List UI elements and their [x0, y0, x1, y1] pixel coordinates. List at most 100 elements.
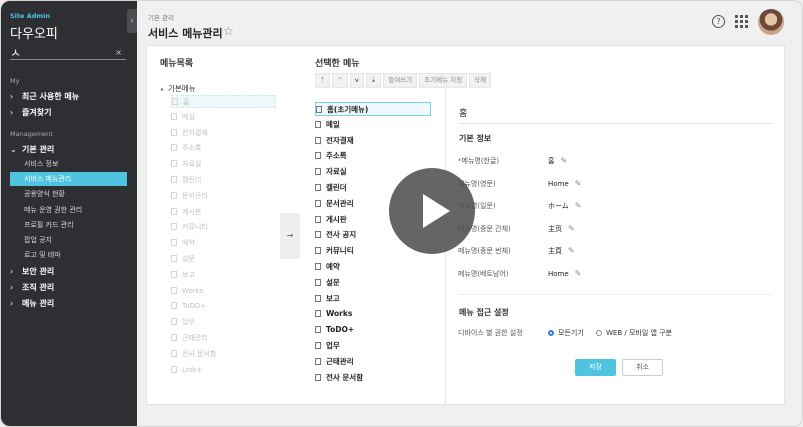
collapse-sidebar-icon[interactable]: ‹ [127, 9, 137, 33]
tree-item[interactable]: 보고 [171, 269, 276, 282]
radio-selected-icon [548, 330, 554, 336]
tree-item[interactable]: ToDO+ [171, 300, 276, 313]
site-admin-label: Site Admin [10, 12, 50, 20]
selected-menu-label: 설문 [326, 277, 340, 287]
document-icon [315, 310, 321, 318]
tree-item[interactable]: 커뮤니티 [171, 221, 276, 234]
selected-menu-label: 전자결재 [326, 135, 354, 145]
sidebar-subitem-active[interactable]: 서비스 메뉴관리 [10, 172, 127, 186]
sidebar-item-label: 최근 사용한 메뉴 [22, 92, 80, 101]
sidebar-item-security[interactable]: › 보안 관리 [10, 266, 54, 277]
chevron-right-icon: › [10, 108, 14, 117]
edit-pencil-icon[interactable]: ✎ [575, 179, 582, 188]
delete-button[interactable]: 삭제 [469, 73, 492, 88]
selected-menu-item[interactable]: 설문 [315, 276, 431, 290]
edit-pencil-icon[interactable]: ✎ [568, 246, 575, 255]
document-icon [315, 231, 321, 239]
sidebar-subitem[interactable]: 팝업 공지 [10, 233, 127, 247]
edit-pencil-icon[interactable]: ✎ [568, 224, 575, 233]
sidebar-item-recent[interactable]: › 최근 사용한 메뉴 [10, 91, 79, 102]
selected-menu-item[interactable]: ToDO+ [315, 323, 431, 337]
document-icon [171, 302, 177, 310]
selected-menu-item[interactable]: 주소록 [315, 149, 431, 163]
search-input-value[interactable]: ㅅ [10, 44, 21, 61]
tree-item[interactable]: 근태관리 [171, 332, 276, 345]
selected-menu-label: 게시판 [326, 214, 347, 224]
edit-pencil-icon[interactable]: ✎ [575, 269, 582, 278]
tree-item[interactable]: 주소록 [171, 142, 276, 155]
tree-item[interactable]: 문서관리 [171, 190, 276, 203]
sidebar-item-favorites[interactable]: › 즐겨찾기 [10, 107, 51, 118]
apps-grid-icon[interactable] [735, 15, 748, 28]
field-value-text: 主页 [548, 224, 562, 233]
avatar[interactable] [758, 9, 784, 35]
document-icon [171, 365, 177, 373]
tree-item[interactable]: 예약 [171, 237, 276, 250]
radio-web-mobile[interactable]: WEB / 모바일 앱 구분 [596, 328, 672, 338]
tree-item-label: Link+ [182, 365, 203, 374]
selected-menu-item[interactable]: 보고 [315, 292, 431, 306]
selected-menu-item[interactable]: 메일 [315, 118, 431, 132]
radio-all-devices[interactable]: 모든기기 [548, 328, 584, 338]
favorite-star-icon[interactable]: ☆ [223, 24, 234, 38]
help-icon[interactable]: ? [712, 15, 725, 28]
tree-item[interactable]: 설문 [171, 253, 276, 266]
field-label: 메뉴명(중문 번체) [458, 246, 511, 256]
indent-button[interactable]: 들여쓰기 [383, 73, 418, 88]
tree-item[interactable]: 메일 [171, 111, 276, 124]
tree-item[interactable]: Link+ [171, 364, 276, 377]
selected-menu-item[interactable]: 전사 문서함 [315, 371, 431, 385]
play-button[interactable] [389, 168, 475, 254]
document-icon [171, 112, 177, 120]
selected-menu-label: 예약 [326, 262, 340, 271]
cancel-button[interactable]: 취소 [622, 359, 663, 376]
sidebar-item-basic-mgmt[interactable]: ⌄ 기본 관리 [10, 144, 54, 155]
edit-pencil-icon[interactable]: ✎ [575, 201, 582, 210]
set-initial-menu-button[interactable]: 초기메뉴 지정 [419, 73, 468, 88]
selected-menu-item[interactable]: 업무 [315, 339, 431, 353]
selected-menu-item[interactable]: 근태관리 [315, 355, 431, 369]
selected-menu-item[interactable]: 홈(초기메뉴) [315, 102, 431, 116]
document-icon [171, 160, 177, 168]
tree-item[interactable]: 게시판 [171, 206, 276, 219]
tree-item[interactable]: 전자결재 [171, 127, 276, 140]
field-label-text: 메뉴명(베트남어) [458, 270, 509, 278]
breadcrumb[interactable]: 기본 관리 [148, 12, 174, 22]
tree-item[interactable]: 캘린더 [171, 174, 276, 187]
field-label: 메뉴명(베트남어) [458, 269, 509, 279]
page-title: 서비스 메뉴관리 [148, 27, 223, 40]
clear-icon[interactable]: × [115, 48, 122, 57]
move-up-button[interactable]: ^ [332, 73, 348, 88]
selected-menu-item[interactable]: 전자결재 [315, 134, 431, 148]
document-icon [315, 152, 321, 160]
selected-menu-label: ToDO+ [326, 325, 355, 335]
tree-item[interactable]: 홈 [171, 95, 276, 108]
sidebar-subitem[interactable]: 서비스 정보 [10, 157, 127, 171]
selected-menu-label: 커뮤니티 [326, 246, 354, 256]
sidebar-item-menu[interactable]: › 메뉴 관리 [10, 298, 54, 309]
move-bottom-button[interactable]: ⇣ [365, 73, 382, 88]
sidebar-subitem[interactable]: 프로필 카드 관리 [10, 218, 127, 232]
selected-menu-item[interactable]: Works [315, 307, 431, 321]
save-button[interactable]: 저장 [575, 359, 616, 376]
document-icon [171, 255, 177, 262]
tree-root[interactable]: ▸ 기본메뉴 [161, 83, 196, 94]
tree-item-label: 전사 문서함 [182, 349, 217, 358]
tree-item[interactable]: Works [171, 285, 276, 298]
add-to-selected-button[interactable]: → [280, 213, 300, 259]
tree-item[interactable]: 자료실 [171, 158, 276, 171]
menu-search-field[interactable]: ㅅ × [10, 44, 126, 60]
document-icon [316, 106, 322, 113]
tree-item[interactable]: 전사 문서함 [171, 348, 276, 361]
edit-pencil-icon[interactable]: ✎ [560, 156, 567, 165]
tree-item-label: 전자결재 [182, 128, 208, 137]
move-down-button[interactable]: v [349, 73, 364, 88]
chevron-down-icon: ⌄ [10, 145, 17, 154]
sidebar-subitem[interactable]: 로고 및 테마 [10, 248, 127, 262]
sidebar-item-org[interactable]: › 조직 관리 [10, 282, 54, 293]
tree-item[interactable]: 업무 [171, 316, 276, 329]
sidebar-subitem[interactable]: 메뉴 운영 권한 관리 [10, 203, 127, 217]
move-top-button[interactable]: ⇡ [315, 73, 331, 88]
sidebar-subitem[interactable]: 공용양식 현황 [10, 187, 127, 201]
selected-menu-item[interactable]: 예약 [315, 260, 431, 274]
